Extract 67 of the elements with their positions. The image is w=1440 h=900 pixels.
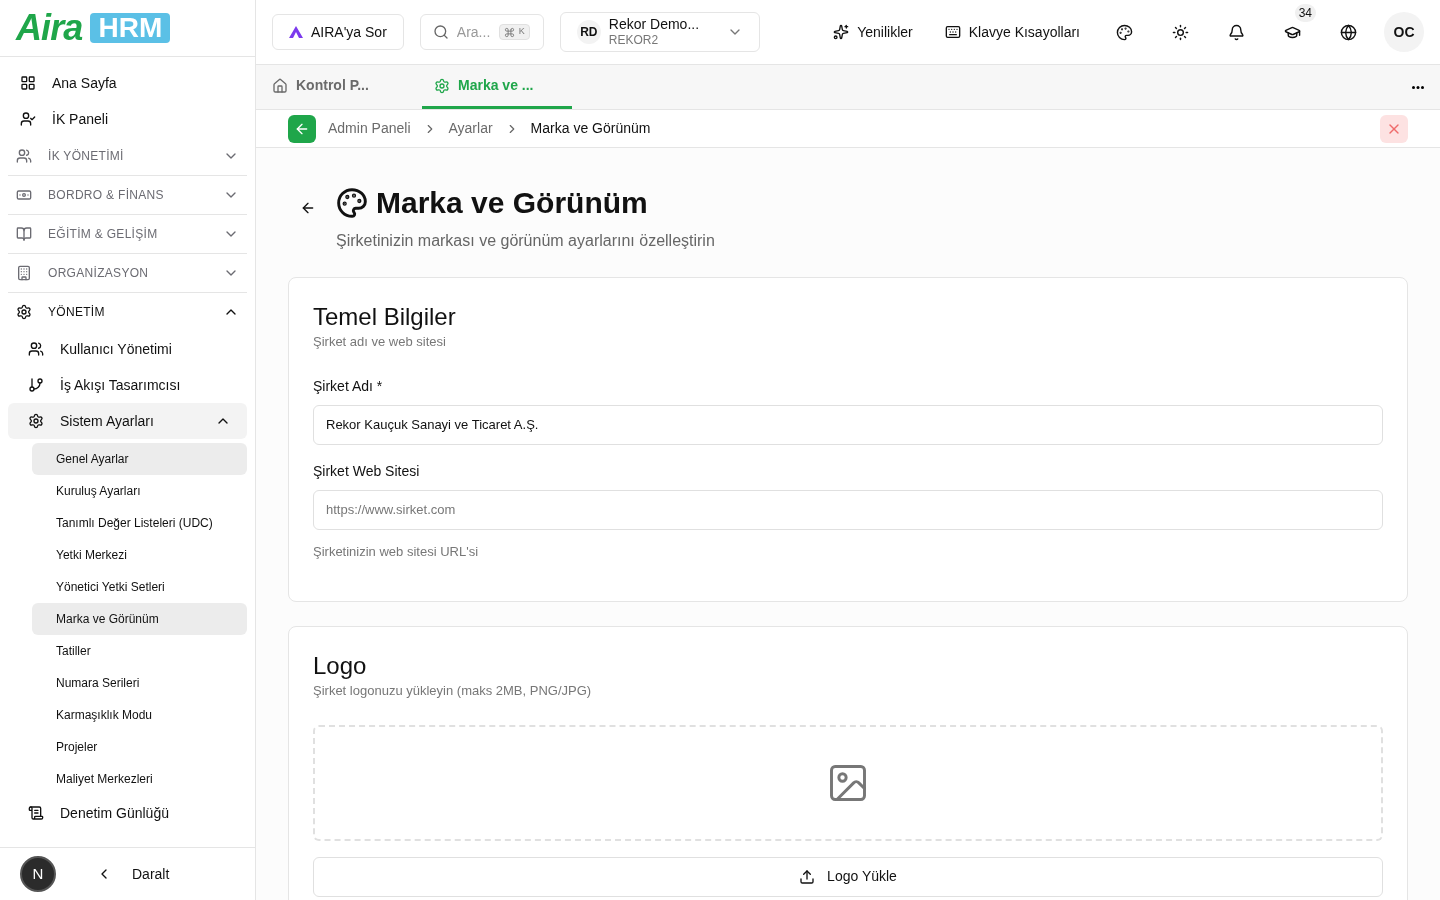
input-field[interactable]: Rekor Kauçuk Sanayi ve Ticaret A.Ş. xyxy=(313,404,1383,445)
company-name: Rekor Demo... xyxy=(608,15,701,34)
field-help: Şirketinizin web sitesi URL'si xyxy=(313,542,480,561)
count-badge: 34 xyxy=(1294,4,1316,22)
field-label: Şirket Web Sitesi xyxy=(313,461,421,481)
breadcrumb-item[interactable]: Admin Paneli xyxy=(328,118,411,139)
breadcrumb-item: Marka ve Görünüm xyxy=(530,119,651,138)
sidebar-item[interactable]: İK Paneli xyxy=(0,101,255,137)
search-field[interactable]: Ara... K xyxy=(419,14,544,50)
page-title: Marka ve Görünüm xyxy=(376,185,648,221)
home-icon xyxy=(272,77,288,94)
submenu-item[interactable]: Genel Ayarlar xyxy=(32,443,247,475)
section-icon xyxy=(16,226,32,242)
card-title: Temel Bilgiler xyxy=(313,302,457,332)
search-input[interactable]: Ara... xyxy=(456,21,491,43)
collapse-button[interactable]: Daralt xyxy=(96,863,170,885)
user-avatar[interactable]: OC xyxy=(1384,12,1424,52)
field-label: Şirket Adı * xyxy=(313,376,384,396)
sun-icon xyxy=(1171,23,1189,41)
palette-icon xyxy=(1115,23,1133,41)
input-field[interactable]: https://www.sirket.com xyxy=(313,489,1383,530)
sidebar-item[interactable]: Kullanıcı Yönetimi xyxy=(0,331,255,367)
upload-button[interactable]: Logo Yükle xyxy=(313,856,1383,897)
sidebar-item[interactable]: Denetim Günlüğü xyxy=(0,795,255,831)
sidebar-section[interactable]: EĞİTİM & GELİŞİM xyxy=(8,215,247,253)
sidebar-group[interactable]: Sistem Ayarları xyxy=(8,403,247,439)
palette-icon xyxy=(336,186,368,219)
sidebar-item[interactable]: Ana Sayfa xyxy=(0,65,255,101)
bell-icon xyxy=(1227,23,1245,41)
shortcut-key: K xyxy=(498,24,530,40)
arrow-left-icon xyxy=(300,200,316,216)
sparkles-icon xyxy=(833,24,850,40)
sidebar-section[interactable]: YÖNETİM xyxy=(8,293,247,331)
page-subtitle: Şirketinizin markası ve görünüm ayarlarını özelleştirin xyxy=(336,231,715,251)
shortcuts-button[interactable]: Klavye Kısayolları xyxy=(936,21,1088,43)
logo-badge: HRM xyxy=(90,13,171,43)
sidebar-section[interactable]: BORDRO & FİNANS xyxy=(8,176,247,214)
command-key-icon xyxy=(503,26,515,38)
back-arrow-button[interactable] xyxy=(300,200,316,216)
globe-icon xyxy=(1339,23,1357,41)
section-icon xyxy=(16,265,32,281)
card-title: Logo xyxy=(313,651,368,681)
logo-icon xyxy=(289,26,303,38)
avatar[interactable]: N xyxy=(20,856,56,892)
sidebar-section[interactable]: ORGANİZASYON xyxy=(8,254,247,292)
company-initials: RD xyxy=(576,20,601,44)
ask-button[interactable]: AIRA'ya Sor xyxy=(272,14,404,50)
card-subtitle: Şirket adı ve web sitesi xyxy=(313,333,447,351)
breadcrumb-item[interactable]: Ayarlar xyxy=(448,118,493,139)
sidebar-item[interactable]: İş Akışı Tasarımcısı xyxy=(0,367,255,403)
submenu-item[interactable]: Marka ve Görünüm xyxy=(32,603,247,635)
page-tab[interactable]: Kontrol P... xyxy=(272,65,422,109)
back-button[interactable] xyxy=(288,114,316,143)
upload-icon xyxy=(799,868,816,885)
company-code: REKOR2 xyxy=(608,33,660,49)
section-icon xyxy=(16,148,32,164)
section-icon xyxy=(16,187,32,203)
sidebar-section[interactable]: İK YÖNETİMİ xyxy=(8,137,247,175)
card-subtitle: Şirket logonuzu yükleyin (maks 2MB, PNG/JPG) xyxy=(313,682,593,700)
settings-icon xyxy=(28,413,44,429)
more-icon xyxy=(1412,85,1424,89)
logo-wordmark: Aira xyxy=(16,10,83,46)
settings-icon xyxy=(434,77,450,94)
search-icon xyxy=(432,24,449,40)
news-button[interactable]: Yenilikler xyxy=(825,21,921,43)
keyboard-icon xyxy=(944,24,961,40)
section-icon xyxy=(16,304,32,320)
